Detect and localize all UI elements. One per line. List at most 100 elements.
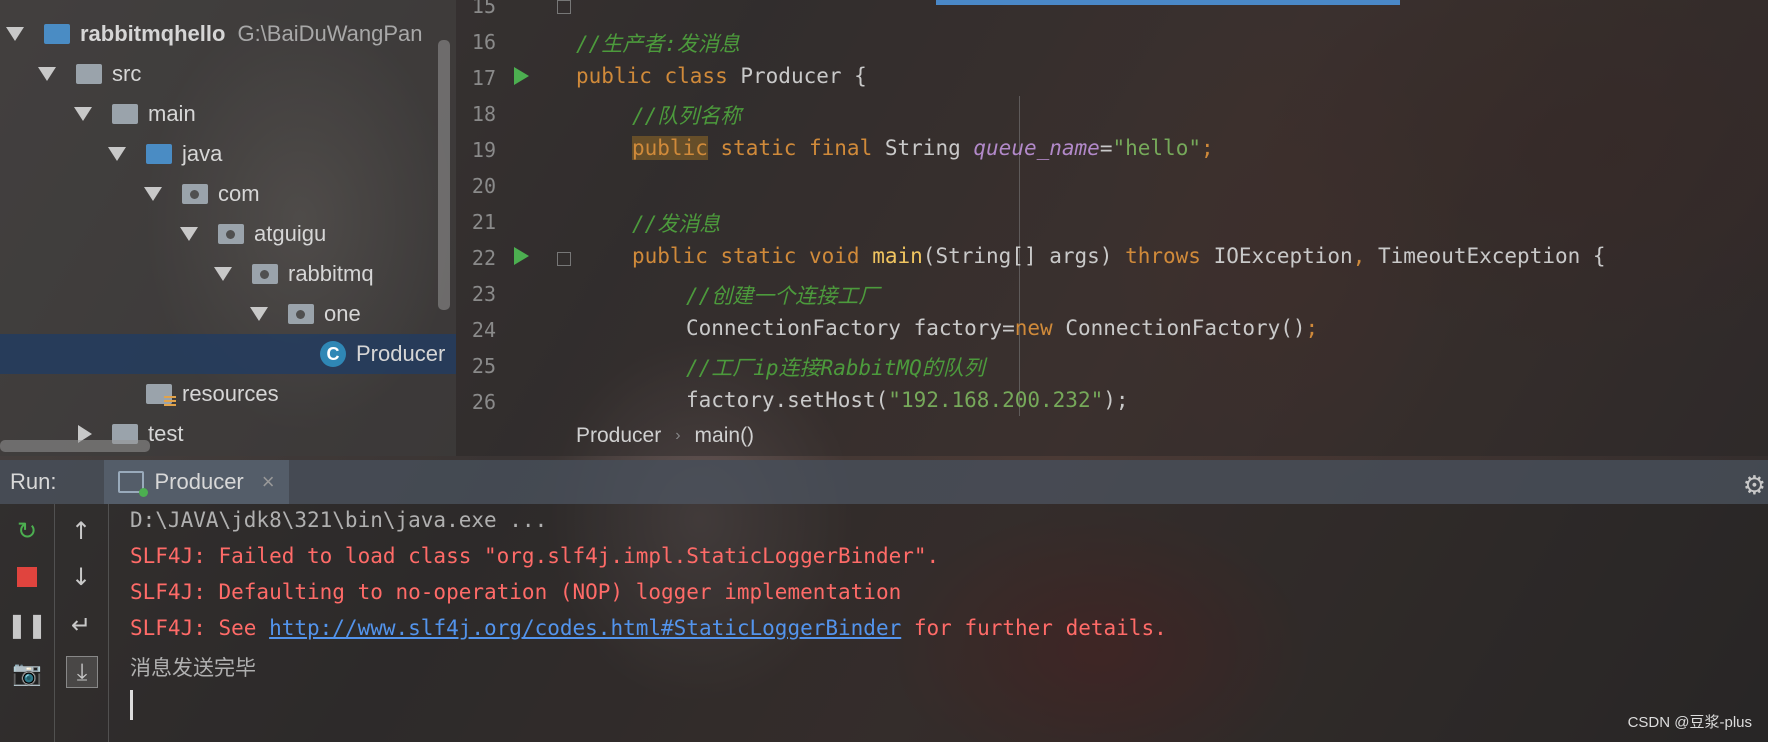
field-name: queue_name bbox=[973, 136, 1100, 160]
line-number: 17 bbox=[471, 66, 496, 90]
run-tab-producer[interactable]: Producer × bbox=[104, 460, 289, 504]
string-literal: "hello" bbox=[1112, 136, 1201, 160]
tree-item-producer[interactable]: C Producer bbox=[0, 334, 456, 374]
tree-item-label: resources bbox=[182, 381, 279, 406]
line-number: 18 bbox=[471, 102, 496, 126]
gear-icon[interactable]: ⚙ bbox=[1743, 470, 1766, 501]
editor-gutter: 15 16 17 18 19 20 21 22 23 24 25 26 bbox=[456, 0, 571, 420]
line-number: 22 bbox=[471, 246, 496, 270]
code-line-25: //工厂ip连接RabbitMQ的队列 bbox=[686, 352, 985, 382]
tree-item-one[interactable]: one bbox=[0, 294, 456, 334]
line-number: 21 bbox=[471, 210, 496, 234]
tree-item-label: test bbox=[148, 421, 184, 446]
fold-marker-icon[interactable] bbox=[557, 0, 571, 14]
tree-item-project[interactable]: rabbitmqhello G:\BaiDuWangPan bbox=[0, 14, 456, 54]
breadcrumb-item[interactable]: main() bbox=[695, 424, 755, 448]
tree-item-label: one bbox=[324, 301, 361, 326]
code-line-19: public static final String queue_name="h… bbox=[632, 136, 1214, 160]
run-console-panel: ↻ ❚❚ 📷 ↑ ↓ ↵ ⤓ D:\JAVA\jdk8\321\bin\java… bbox=[0, 504, 1768, 742]
tree-item-main[interactable]: main bbox=[0, 94, 456, 134]
run-main-icon[interactable] bbox=[514, 247, 529, 265]
console-line: SLF4J: Failed to load class "org.slf4j.i… bbox=[130, 544, 940, 568]
scroll-to-end-icon[interactable]: ⤓ bbox=[66, 656, 98, 688]
line-number: 20 bbox=[471, 174, 496, 198]
tree-item-label: rabbitmq bbox=[288, 261, 374, 286]
console-line: 消息发送完毕 bbox=[130, 656, 256, 680]
run-label: Run: bbox=[10, 469, 57, 494]
active-tab-indicator bbox=[936, 0, 1400, 5]
package-icon bbox=[252, 264, 278, 284]
run-config-icon bbox=[118, 471, 149, 497]
operator: = bbox=[1099, 136, 1113, 160]
line-number: 16 bbox=[471, 30, 496, 54]
tree-item-atguigu[interactable]: atguigu bbox=[0, 214, 456, 254]
keyword-public: public bbox=[632, 136, 708, 160]
chevron-down-icon[interactable] bbox=[180, 227, 198, 241]
chevron-down-icon[interactable] bbox=[74, 107, 92, 121]
camera-icon[interactable]: 📷 bbox=[12, 658, 42, 688]
tree-item-label: com bbox=[218, 181, 260, 206]
code-editor[interactable]: 15 16 17 18 19 20 21 22 23 24 25 26 //生产… bbox=[456, 0, 1768, 456]
run-tab-label: Producer bbox=[154, 469, 244, 494]
tree-item-rabbitmq[interactable]: rabbitmq bbox=[0, 254, 456, 294]
tree-item-label: src bbox=[112, 61, 142, 86]
folder-icon bbox=[76, 64, 102, 84]
package-icon bbox=[218, 224, 244, 244]
code-line-26: factory.setHost("192.168.200.232"); bbox=[686, 388, 1129, 412]
code-text: ); bbox=[1103, 388, 1129, 412]
tree-vertical-scrollbar[interactable] bbox=[438, 40, 450, 310]
tree-item-label: java bbox=[182, 141, 223, 166]
breadcrumb-item[interactable]: Producer bbox=[576, 424, 661, 448]
tree-item-label: atguigu bbox=[254, 221, 327, 246]
tree-item-com[interactable]: com bbox=[0, 174, 456, 214]
comment: //队列名称 bbox=[632, 104, 742, 128]
run-class-icon[interactable] bbox=[514, 67, 529, 85]
project-name: rabbitmqhello bbox=[80, 21, 226, 46]
rerun-icon[interactable]: ↻ bbox=[12, 516, 42, 546]
console-text: for further details. bbox=[901, 616, 1167, 640]
line-number: 15 bbox=[471, 0, 496, 18]
tree-item-src[interactable]: src bbox=[0, 54, 456, 94]
arrow-up-icon[interactable]: ↑ bbox=[66, 516, 96, 546]
tree-item-label: Producer bbox=[356, 341, 446, 366]
semicolon: ; bbox=[1201, 136, 1214, 160]
chevron-right-icon: › bbox=[675, 427, 681, 444]
chevron-down-icon[interactable] bbox=[38, 67, 56, 81]
run-right-toolbar: ↑ ↓ ↵ ⤓ bbox=[54, 504, 109, 742]
string-literal: "192.168.200.232" bbox=[888, 388, 1104, 412]
folder-icon bbox=[112, 104, 138, 124]
watermark: CSDN @豆浆-plus bbox=[1627, 714, 1752, 731]
chevron-down-icon[interactable] bbox=[214, 267, 232, 281]
code-line-16: //生产者:发消息 bbox=[576, 28, 740, 58]
line-number: 24 bbox=[471, 318, 496, 342]
close-icon[interactable]: × bbox=[262, 469, 275, 495]
soft-wrap-icon[interactable]: ↵ bbox=[66, 610, 96, 640]
code-line-23: //创建一个连接工厂 bbox=[686, 280, 879, 310]
console-line: D:\JAVA\jdk8\321\bin\java.exe ... bbox=[130, 508, 548, 532]
console-text: SLF4J: See bbox=[130, 616, 270, 640]
console-link[interactable]: http://www.slf4j.org/codes.html#StaticLo… bbox=[269, 616, 901, 640]
code-line-18: //队列名称 bbox=[632, 100, 741, 130]
tree-item-java[interactable]: java bbox=[0, 134, 456, 174]
chevron-down-icon[interactable] bbox=[250, 307, 268, 321]
package-icon bbox=[182, 184, 208, 204]
tree-horizontal-scrollbar[interactable] bbox=[0, 440, 150, 452]
package-icon bbox=[288, 304, 314, 324]
code-line-24: ConnectionFactory factory=new Connection… bbox=[686, 316, 1319, 340]
tree-item-resources[interactable]: resources bbox=[0, 374, 456, 414]
run-toolwindow-header: Run: Producer × ⚙ bbox=[0, 460, 1768, 504]
chevron-down-icon[interactable] bbox=[144, 187, 162, 201]
stop-icon[interactable] bbox=[12, 562, 42, 592]
comment: //工厂ip连接RabbitMQ的队列 bbox=[686, 356, 985, 380]
comment: //生产者:发消息 bbox=[576, 32, 740, 56]
code-text: factory.setHost( bbox=[686, 388, 889, 412]
chevron-down-icon[interactable] bbox=[6, 27, 24, 41]
chevron-down-icon[interactable] bbox=[108, 147, 126, 161]
pause-icon[interactable]: ❚❚ bbox=[7, 610, 47, 640]
type-name: String bbox=[884, 136, 974, 160]
fold-marker-icon[interactable] bbox=[557, 252, 571, 266]
resources-folder-icon bbox=[146, 384, 176, 408]
java-class-icon: C bbox=[320, 341, 346, 367]
code-line-22: public static void main(String[] args) t… bbox=[632, 244, 1606, 268]
arrow-down-icon[interactable]: ↓ bbox=[66, 562, 96, 592]
